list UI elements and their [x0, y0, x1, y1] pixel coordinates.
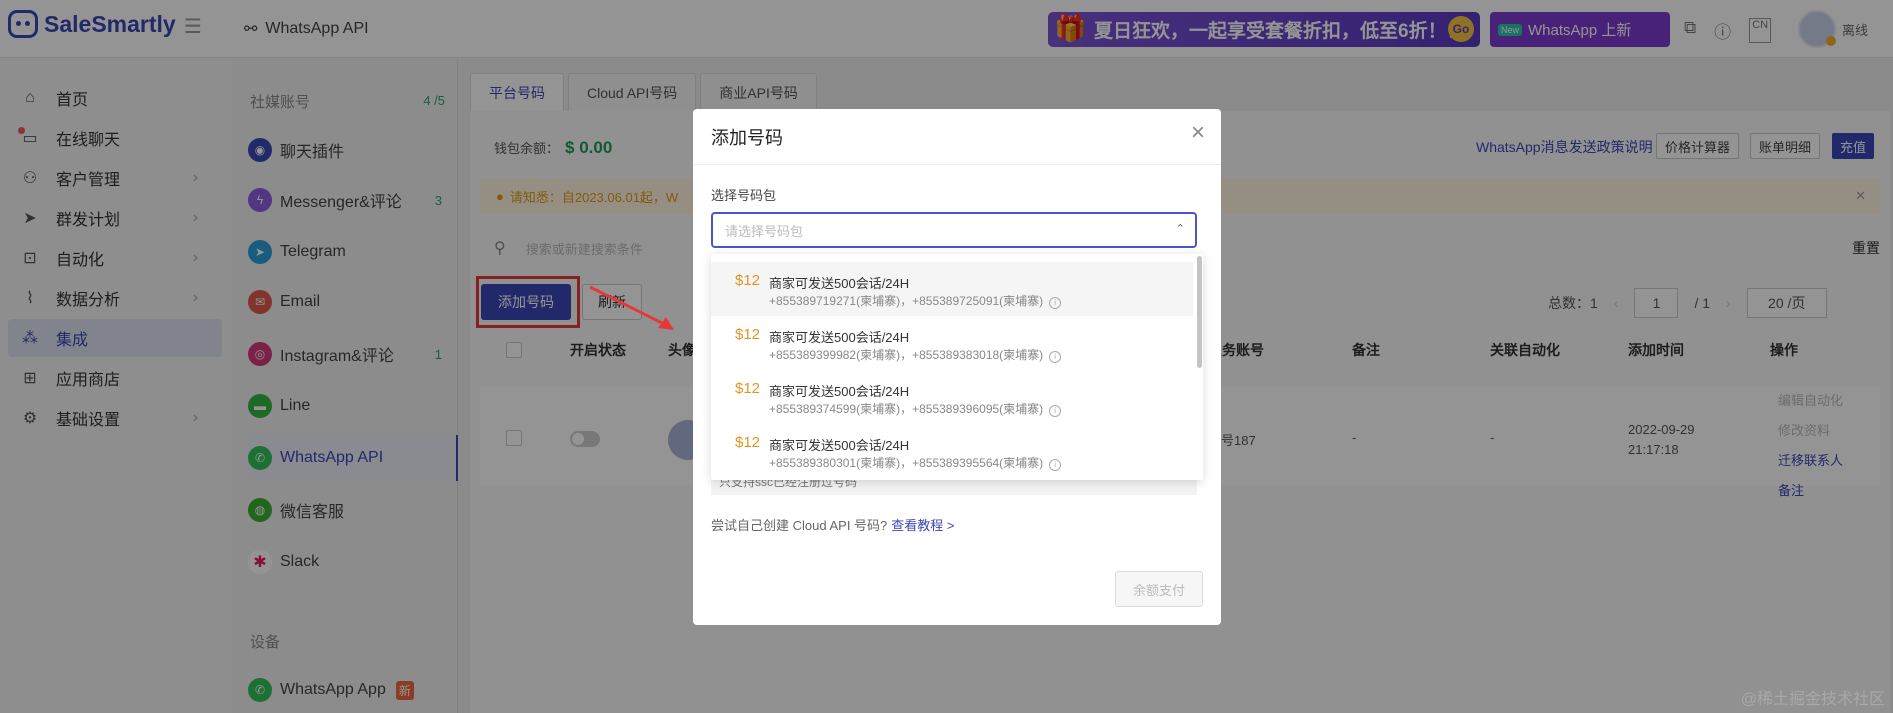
option-name: 商家可发送500会话/24H — [769, 330, 910, 345]
package-option[interactable]: $12 商家可发送500会话/24H +855389719271(柬埔寨)，+8… — [711, 262, 1193, 316]
info-icon[interactable]: i — [1049, 405, 1062, 417]
info-icon[interactable]: i — [1049, 459, 1062, 471]
cloud-api-tip: 尝试自己创建 Cloud API 号码? 查看教程 > — [711, 515, 955, 534]
package-select[interactable]: 请选择号码包 ⌃ — [711, 212, 1197, 248]
watermark: @稀土掘金技术社区 — [1740, 691, 1885, 708]
option-numbers-text: +855389380301(柬埔寨)，+855389395564(柬埔寨) — [769, 456, 1044, 470]
option-name: 商家可发送500会话/24H — [769, 384, 910, 399]
option-numbers-text: +855389399982(柬埔寨)，+855389383018(柬埔寨) — [769, 348, 1044, 362]
option-price: $12 — [735, 434, 761, 451]
package-option[interactable]: $12 商家可发送500会话/24H +855389399982(柬埔寨)，+8… — [711, 316, 1193, 370]
option-price: $12 — [735, 326, 761, 343]
info-icon[interactable]: i — [1049, 351, 1062, 363]
divider — [693, 164, 1221, 165]
option-numbers: +855389374599(柬埔寨)，+855389396095(柬埔寨) i — [769, 400, 1062, 417]
option-numbers: +855389380301(柬埔寨)，+855389395564(柬埔寨) i — [769, 454, 1062, 471]
option-name: 商家可发送500会话/24H — [769, 276, 910, 291]
option-price: $12 — [735, 272, 761, 289]
dropdown-scrollbar[interactable] — [1195, 254, 1203, 480]
option-numbers: +855389399982(柬埔寨)，+855389383018(柬埔寨) i — [769, 346, 1062, 363]
package-field-label: 选择号码包 — [711, 188, 777, 203]
chevron-up-icon: ⌃ — [1175, 223, 1185, 235]
package-dropdown: $12 商家可发送500会话/24H +855389719271(柬埔寨)，+8… — [711, 254, 1203, 480]
option-numbers: +855389719271(柬埔寨)，+855389725091(柬埔寨) i — [769, 292, 1062, 309]
option-name: 商家可发送500会话/24H — [769, 438, 910, 453]
option-numbers-text: +855389719271(柬埔寨)，+855389725091(柬埔寨) — [769, 294, 1044, 308]
info-icon[interactable]: i — [1049, 297, 1062, 309]
scrollbar-thumb[interactable] — [1197, 256, 1202, 368]
close-icon[interactable]: × — [1191, 121, 1205, 145]
option-numbers-text: +855389374599(柬埔寨)，+855389396095(柬埔寨) — [769, 402, 1044, 416]
option-price: $12 — [735, 380, 761, 397]
package-option[interactable]: $12 商家可发送500会话/24H +855389374599(柬埔寨)，+8… — [711, 370, 1193, 424]
red-arrow-annotation — [589, 285, 674, 330]
tutorial-link[interactable]: 查看教程 > — [891, 518, 954, 533]
package-option[interactable]: $12 商家可发送500会话/24H +855389380301(柬埔寨)，+8… — [711, 424, 1193, 478]
modal-title: 添加号码 — [711, 128, 783, 148]
tip-text: 尝试自己创建 Cloud API 号码? — [711, 518, 888, 533]
package-select-placeholder: 请选择号码包 — [725, 223, 804, 239]
balance-pay-button[interactable]: 余额支付 — [1115, 571, 1203, 607]
